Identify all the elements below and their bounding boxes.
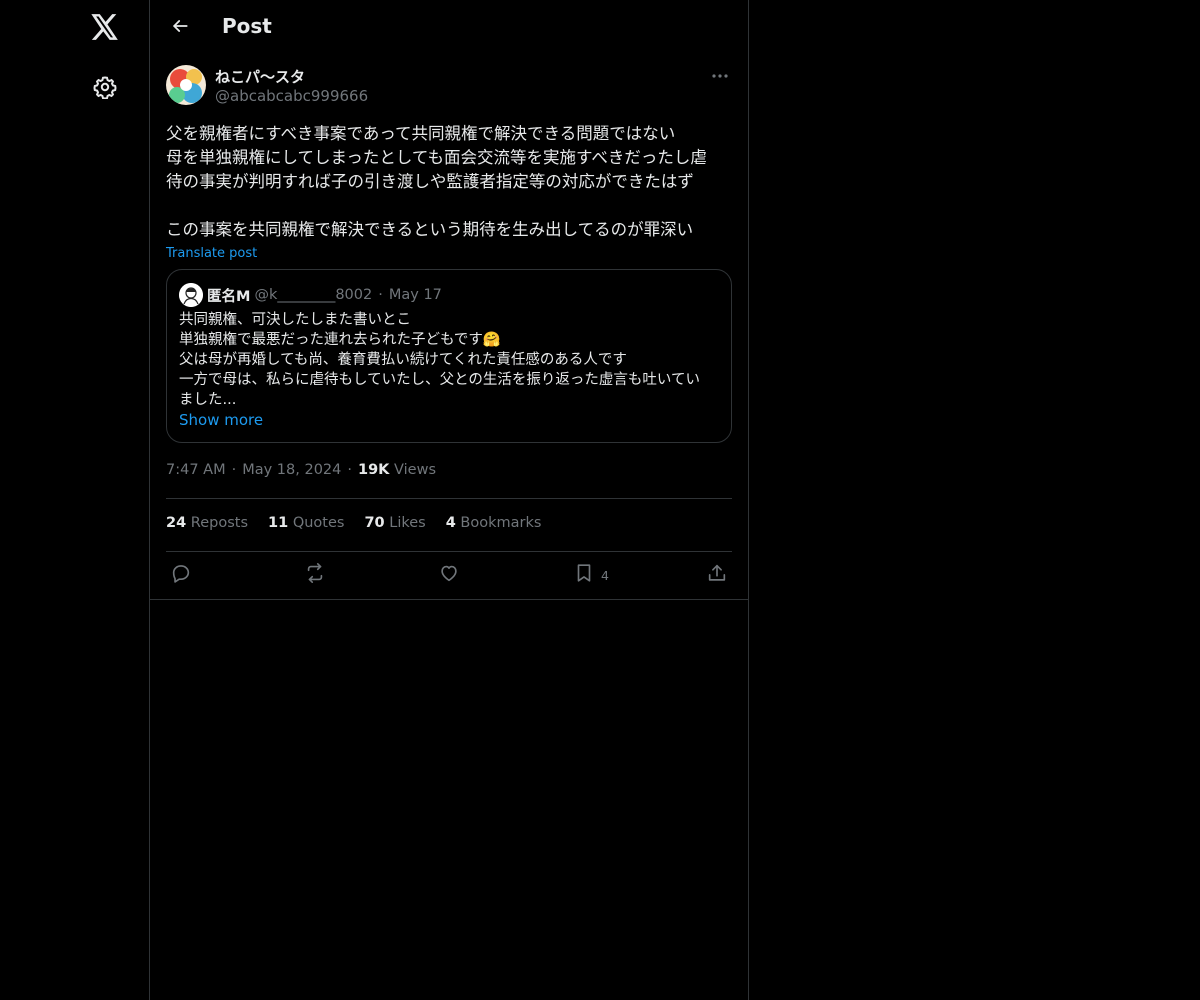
translate-post-link[interactable]: Translate post [166,246,257,261]
post-text-blank-line [166,194,732,218]
share-button[interactable] [706,562,728,588]
quoted-date: May 17 [388,287,442,303]
post-author: ねこパ〜スタ @abcabcabc999666 [166,64,732,108]
likes-count: 70 [364,515,385,531]
quoted-avatar[interactable] [179,283,203,307]
bookmark-icon [573,562,595,588]
show-more-link[interactable]: Show more [179,410,724,430]
author-handle[interactable]: @abcabcabc999666 [215,87,368,105]
separator-dot: · [231,462,237,478]
views-label: Views [394,462,436,478]
reply-icon [170,562,192,588]
post-date[interactable]: May 18, 2024 [242,462,341,478]
reposts-count: 24 [166,515,187,531]
left-nav [0,0,149,1000]
reposts-label: Reposts [190,515,249,531]
quotes-count: 11 [268,515,289,531]
author-name[interactable]: ねこパ〜スタ [215,66,305,87]
quoted-author-handle: @k________8002 [254,287,373,303]
quotes-stat[interactable]: 11 Quotes [268,515,344,531]
divider [166,498,732,499]
main-column: Post ねこパ〜スタ @abcabcabc999666 父を親権者にすべき事案… [149,0,749,1000]
quotes-label: Quotes [292,515,345,531]
likes-stat[interactable]: 70 Likes [364,515,425,531]
divider [166,551,732,552]
likes-label: Likes [389,515,426,531]
quoted-text-line: 一方で母は、私らに虐待もしていたし、父との生活を振り返った虚言も吐いてい [179,372,700,388]
like-button[interactable] [438,562,460,588]
separator-dot: · [347,462,352,478]
settings-icon[interactable] [85,67,125,107]
divider [150,599,748,600]
post-actions: 4 [166,562,732,588]
quoted-text-line: 単独親権で最悪だった連れ去られた子どもです🤗 [179,332,501,348]
post-text-line: 母を単独親権にしてしまったとしても面会交流等を実施すべきだったし虐 [166,148,707,167]
bookmark-button[interactable]: 4 [573,562,609,588]
post-time[interactable]: 7:47 AM [166,462,226,478]
post-text: 父を親権者にすべき事案であって共同親権で解決できる問題ではない 母を単独親権にし… [166,122,732,242]
post-text-line: この事案を共同親権で解決できるという期待を生み出してるのが罪深い [166,220,694,239]
share-icon [706,562,728,588]
quoted-text-line: 父は母が再婚しても尚、養育費払い続けてくれた責任感のある人です [179,352,627,368]
x-logo-icon[interactable] [85,7,125,47]
separator-dot: · [378,287,383,303]
post-stats: 24 Reposts 11 Quotes 70 Likes 4 Bookmark… [166,515,541,531]
quoted-text-line: 共同親権、可決したしまた書いとこ [179,312,411,328]
post: ねこパ〜スタ @abcabcabc999666 父を親権者にすべき事案であって共… [166,64,732,443]
post-text-line: 待の事実が判明すれば子の引き渡しや監護者指定等の対応ができたはず [166,172,694,191]
back-arrow-icon[interactable] [162,8,198,44]
bookmarks-label: Bookmarks [460,515,542,531]
quoted-text: 共同親権、可決したしまた書いとこ 単独親権で最悪だった連れ去られた子どもです🤗 … [179,310,724,430]
quoted-author-name: 匿名M [207,288,251,305]
views-count: 19K [358,462,390,478]
reply-button[interactable] [170,562,192,588]
quoted-post[interactable]: 匿名M @k________8002 · May 17 共同親権、可決したしまた… [166,269,732,443]
repost-button[interactable] [304,562,326,588]
bookmarks-count: 4 [445,515,456,531]
page-header: Post [150,0,748,53]
repost-icon [304,562,326,588]
post-meta: 7:47 AM · May 18, 2024 · 19K Views [166,462,436,478]
bookmark-count: 4 [601,567,609,583]
avatar[interactable] [166,65,206,105]
more-icon[interactable] [708,64,732,88]
reposts-stat[interactable]: 24 Reposts [166,515,248,531]
page-title: Post [222,14,272,38]
quoted-post-header: 匿名M @k________8002 · May 17 [179,283,442,307]
quoted-text-line: ました... [179,392,237,408]
like-icon [438,562,460,588]
post-text-line: 父を親権者にすべき事案であって共同親権で解決できる問題ではない [166,124,676,143]
bookmarks-stat[interactable]: 4 Bookmarks [446,515,542,531]
